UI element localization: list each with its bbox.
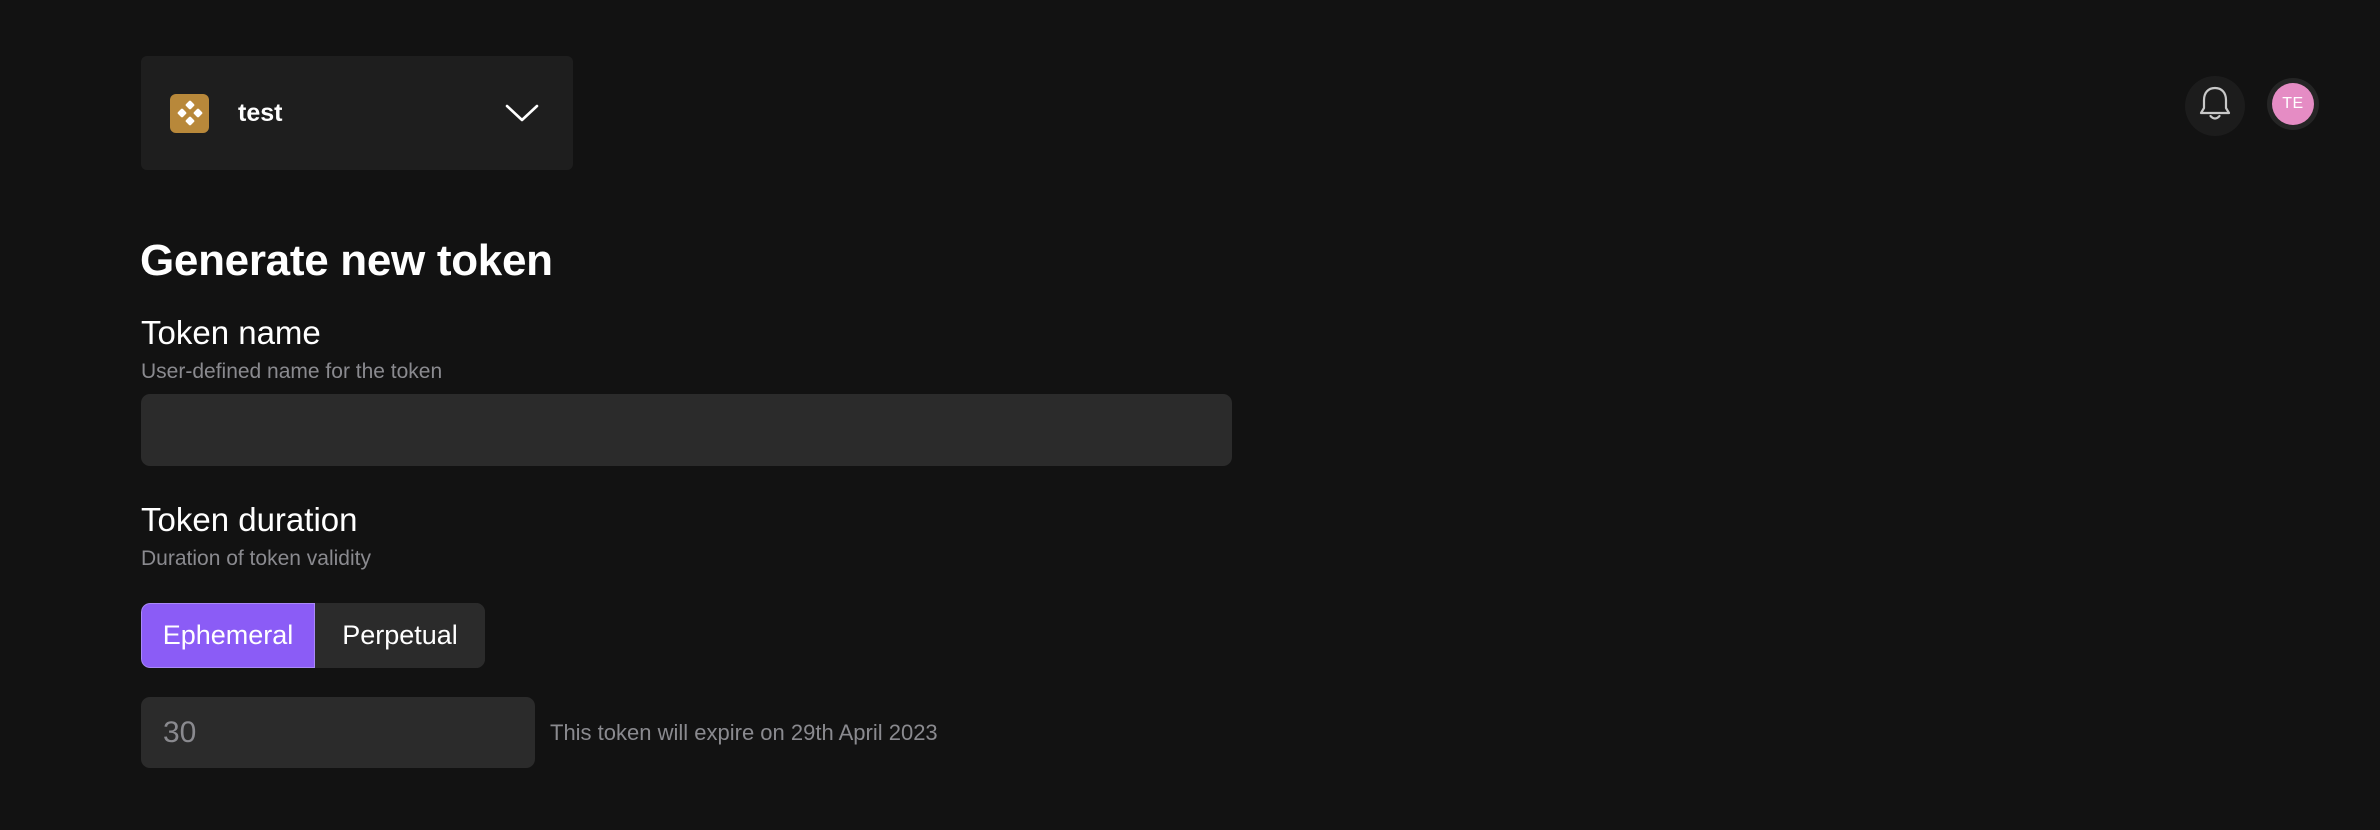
token-name-help: User-defined name for the token bbox=[141, 360, 443, 383]
perpetual-option[interactable]: Perpetual bbox=[315, 603, 485, 668]
bell-icon bbox=[2198, 85, 2232, 128]
token-generation-page: test TE Generate new token Token name Us… bbox=[0, 0, 2380, 830]
user-avatar[interactable]: TE bbox=[2267, 78, 2319, 130]
token-duration-label: Token duration bbox=[141, 501, 358, 538]
workspace-selector[interactable]: test bbox=[141, 56, 573, 170]
duration-days-input[interactable] bbox=[141, 697, 535, 768]
workspace-logo-icon bbox=[170, 93, 209, 133]
expiry-note: This token will expire on 29th April 202… bbox=[550, 720, 938, 745]
duration-toggle: Ephemeral Perpetual bbox=[141, 603, 485, 668]
token-name-label: Token name bbox=[141, 314, 321, 351]
token-duration-help: Duration of token validity bbox=[141, 547, 371, 570]
avatar-initials: TE bbox=[2272, 83, 2314, 125]
workspace-name: test bbox=[238, 98, 283, 127]
ephemeral-option[interactable]: Ephemeral bbox=[141, 603, 315, 668]
token-name-input[interactable] bbox=[141, 394, 1232, 466]
notifications-button[interactable] bbox=[2185, 76, 2245, 136]
page-title: Generate new token bbox=[140, 236, 553, 285]
chevron-down-icon bbox=[505, 96, 539, 130]
